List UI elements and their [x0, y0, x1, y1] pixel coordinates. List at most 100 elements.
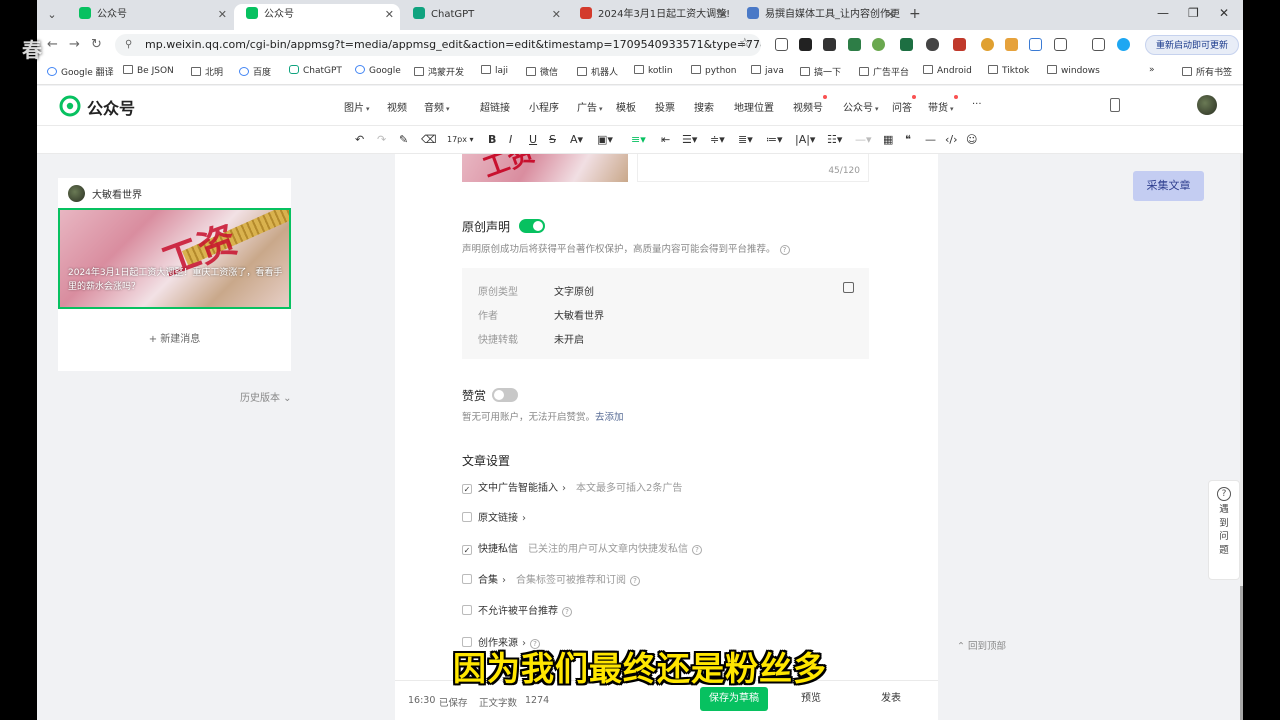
bookmarks-overflow-icon[interactable]: » [1149, 65, 1155, 75]
bookmark-item[interactable]: Google 翻译 [47, 65, 114, 78]
format-painter-icon[interactable]: ✎ [399, 133, 408, 146]
window-close-icon[interactable]: ✕ [1219, 6, 1229, 20]
help-icon[interactable]: ? [562, 607, 572, 617]
publish-button[interactable]: 发表 [857, 687, 925, 711]
checkbox[interactable]: ✓ [462, 484, 472, 494]
code-icon[interactable]: ‹/› [945, 133, 958, 146]
align-left-icon[interactable]: ≡▾ [631, 133, 646, 146]
close-tab-icon[interactable]: ✕ [719, 4, 728, 26]
close-tab-icon[interactable]: ✕ [552, 4, 561, 26]
all-bookmarks[interactable]: 所有书签 [1182, 65, 1232, 78]
nav-more[interactable]: ··· [972, 99, 982, 110]
nav-channels[interactable]: 视频号 [793, 95, 827, 114]
digest-input[interactable]: 45/120 [637, 154, 869, 182]
camera-extension-icon[interactable] [775, 38, 788, 51]
nav-template[interactable]: 模板 [616, 99, 636, 114]
extension-2-icon[interactable] [823, 38, 836, 51]
nav-ad[interactable]: 广告 ▾ [577, 99, 603, 114]
bookmark-item[interactable]: 北明 [191, 65, 223, 78]
bold-icon[interactable]: B [488, 133, 496, 146]
mp-logo-text[interactable]: 公众号 [87, 95, 135, 119]
nav-search[interactable]: 搜索 [694, 99, 714, 114]
bookmark-item[interactable]: 鸿蒙开发 [414, 65, 464, 78]
option-source-link[interactable]: 原文链接 › [462, 509, 526, 524]
quote-icon[interactable]: ❝ [905, 133, 911, 146]
table-icon[interactable]: ▦ [883, 133, 893, 146]
tab-mp-1[interactable]: 公众号 ✕ [67, 4, 233, 30]
bookmark-item[interactable]: Google [355, 65, 401, 76]
line-height-icon[interactable]: ≑▾ [710, 133, 725, 146]
italic-icon[interactable]: I [509, 133, 512, 146]
divider-style-icon[interactable]: —▾ [855, 133, 872, 146]
reload-icon[interactable]: ↻ [91, 37, 102, 52]
strikethrough-icon[interactable]: S [549, 133, 556, 146]
help-icon[interactable]: ? [692, 545, 702, 555]
nav-qa[interactable]: 问答 [892, 95, 916, 114]
bookmark-item[interactable]: Android [923, 65, 972, 76]
emoji-icon[interactable]: ☺ [966, 133, 977, 146]
help-icon[interactable]: ? [630, 576, 640, 586]
bookmark-item[interactable]: Be JSON [123, 65, 174, 76]
extension-5-icon[interactable] [953, 38, 966, 51]
bookmark-item[interactable]: 微信 [526, 65, 558, 78]
list-icon[interactable]: ☷▾ [827, 133, 842, 146]
collect-article-button[interactable]: 采集文章 [1133, 171, 1204, 201]
cover-thumbnail[interactable]: 工资 [462, 154, 628, 182]
nav-vote[interactable]: 投票 [655, 99, 675, 114]
edit-extension-icon[interactable] [1029, 38, 1042, 51]
tab-yizhuan[interactable]: 易撰自媒体工具_让内容创作更 ✕ [735, 4, 901, 30]
bookmark-item[interactable]: windows [1047, 65, 1100, 76]
save-draft-button[interactable]: 保存为草稿 [700, 687, 768, 711]
document-icon[interactable] [1110, 98, 1120, 112]
extensions-puzzle-icon[interactable] [1054, 38, 1067, 51]
new-message-button[interactable]: + 新建消息 [58, 330, 291, 345]
bookmark-item[interactable]: kotlin [634, 65, 673, 76]
side-panel-icon[interactable] [1092, 38, 1105, 51]
glasses-extension-icon[interactable] [926, 38, 939, 51]
font-color-icon[interactable]: A▾ [570, 133, 583, 146]
bookmark-item[interactable]: 广告平台 [859, 65, 909, 78]
extension-1-icon[interactable] [799, 38, 812, 51]
close-tab-icon[interactable]: ✕ [218, 4, 227, 26]
help-icon[interactable]: ? [779, 245, 790, 255]
checkbox[interactable] [462, 605, 472, 615]
help-float-button[interactable]: ? 遇到问题 [1208, 480, 1240, 580]
paragraph-spacing-icon[interactable]: ≣▾ [738, 133, 753, 146]
option-no-recommend[interactable]: 不允许被平台推荐? [462, 602, 572, 617]
font-size-select[interactable]: 17px ▾ [447, 135, 474, 144]
bookmark-item[interactable]: 搞一下 [800, 65, 841, 78]
bookmark-item[interactable]: java [751, 65, 784, 76]
underline-icon[interactable]: U [529, 133, 537, 146]
option-ad-insert[interactable]: ✓ 文中广告智能插入 › 本文最多可插入2条广告 [462, 479, 682, 494]
checkbox[interactable] [462, 574, 472, 584]
tab-search-icon[interactable]: ⌄ [43, 6, 61, 24]
undo-icon[interactable]: ↶ [355, 133, 364, 146]
tab-chatgpt[interactable]: ChatGPT ✕ [401, 4, 567, 30]
checkbox[interactable]: ✓ [462, 545, 472, 555]
nav-official-account[interactable]: 公众号 ▾ [843, 99, 879, 114]
bookmark-item[interactable]: Tiktok [988, 65, 1029, 76]
address-bar[interactable]: ⚲ mp.weixin.qq.com/cgi-bin/appmsg?t=medi… [115, 34, 761, 56]
site-info-icon[interactable]: ⚲ [125, 34, 132, 56]
nav-commerce[interactable]: 带货 ▾ [928, 95, 958, 114]
article-cover-card[interactable]: 工资 2024年3月1日起工资大调整！重庆工资涨了，看看手里的薪水会涨吗？ [58, 208, 291, 309]
bookmark-item[interactable]: ChatGPT [289, 65, 342, 76]
nav-hyperlink[interactable]: 超链接 [480, 99, 510, 114]
nav-location[interactable]: 地理位置 [734, 99, 774, 114]
excel-extension-icon[interactable] [900, 38, 913, 51]
horizontal-rule-icon[interactable]: — [925, 133, 936, 146]
nav-image[interactable]: 图片 ▾ [344, 99, 370, 114]
nav-audio[interactable]: 音频 ▾ [424, 99, 450, 114]
bookmark-star-icon[interactable]: ☆ [739, 36, 751, 51]
history-versions-link[interactable]: 历史版本 ⌄ [240, 389, 292, 404]
close-tab-icon[interactable]: ✕ [385, 4, 394, 26]
back-icon[interactable]: ← [47, 37, 58, 52]
add-account-link[interactable]: 去添加 [595, 412, 624, 423]
edit-icon[interactable] [843, 282, 854, 293]
restore-icon[interactable]: ❐ [1188, 6, 1199, 20]
extension-4-icon[interactable] [872, 38, 885, 51]
reward-toggle[interactable] [492, 388, 518, 402]
preview-button[interactable]: 预览 [777, 687, 845, 711]
clear-format-icon[interactable]: ⌫ [421, 133, 437, 146]
bookmark-item[interactable]: 百度 [239, 65, 271, 78]
